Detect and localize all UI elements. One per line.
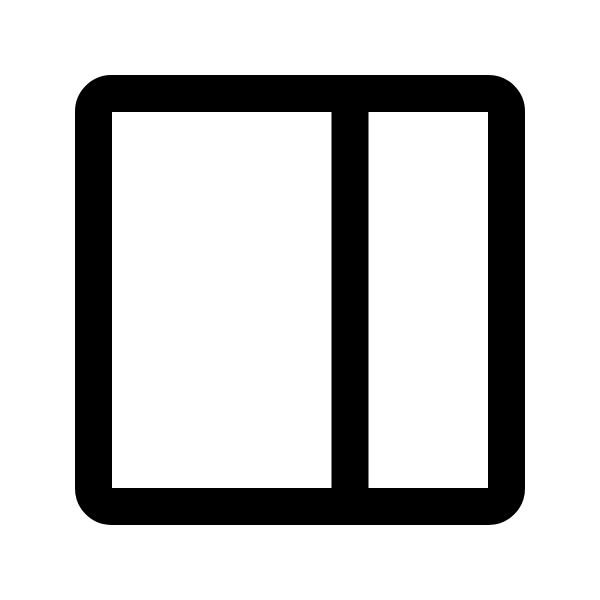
sidebar-right-panel-icon	[75, 75, 525, 525]
sidebar-right-panel-icon-wrapper	[0, 0, 600, 600]
icon-canvas	[0, 0, 600, 600]
window-frame	[75, 75, 525, 525]
